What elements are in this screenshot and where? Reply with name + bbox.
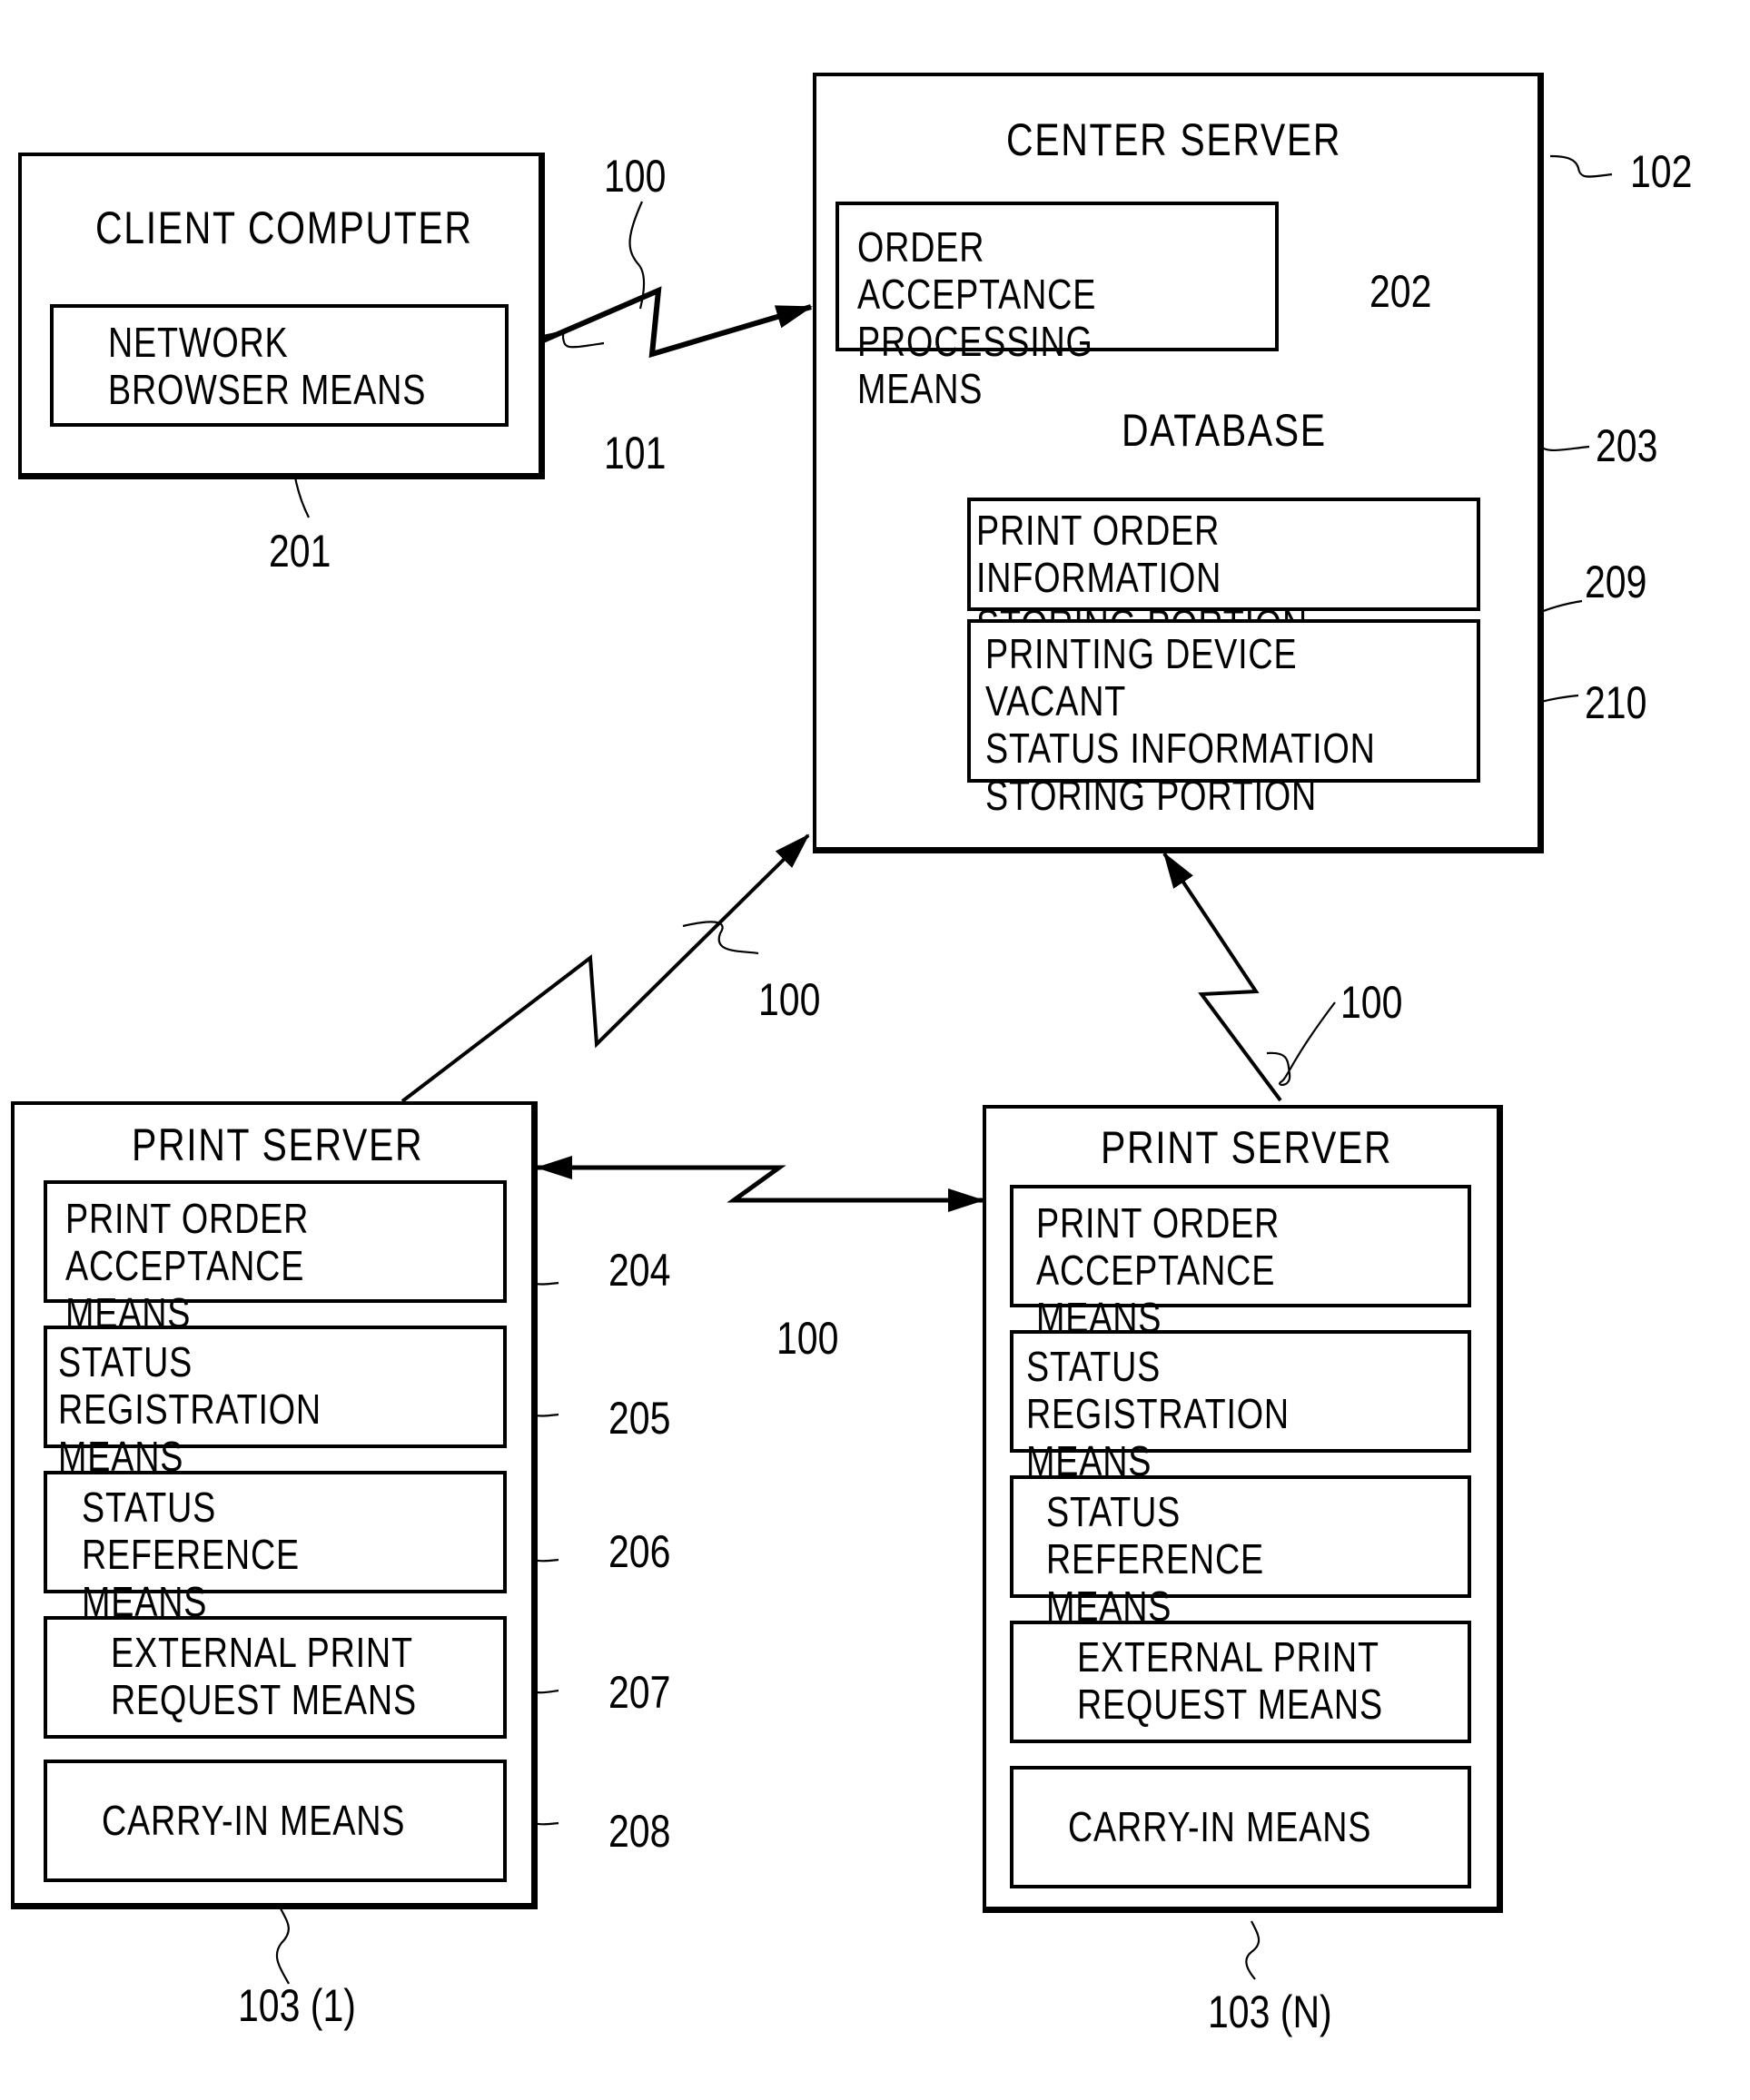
ref-209: 209: [1585, 557, 1647, 607]
print-server-n-title: PRINT SERVER: [1101, 1122, 1393, 1173]
printing-device-vacant-status-storing-portion-label: PRINTING DEVICE VACANT STATUS INFORMATIO…: [985, 630, 1376, 819]
print-order-information-storing-portion-box: PRINT ORDER INFORMATION STORING PORTION: [967, 498, 1480, 648]
printing-device-vacant-status-storing-portion-box: PRINTING DEVICE VACANT STATUS INFORMATIO…: [967, 619, 1480, 819]
ref-202: 202: [1369, 266, 1432, 317]
order-acceptance-processing-means-box: ORDER ACCEPTANCE PROCESSING MEANS: [835, 202, 1279, 412]
ref-103-n: 103 (N): [1208, 1987, 1332, 2037]
ps1-status-reference-means: STATUS REFERENCE MEANS: [44, 1471, 507, 1625]
database-title: DATABASE: [1122, 405, 1327, 456]
ref-210: 210: [1585, 677, 1647, 728]
network-link-client-center: [541, 286, 813, 359]
psn-status-registration-means: STATUS REGISTRATION MEANS: [1010, 1330, 1471, 1484]
ref-208: 208: [608, 1806, 671, 1857]
psn-print-order-acceptance-means: PRINT ORDER ACCEPTANCE MEANS: [1010, 1185, 1471, 1341]
arrowhead-left: [536, 1156, 572, 1179]
network-browser-means-label: NETWORK BROWSER MEANS: [108, 319, 427, 413]
ref-103-1: 103 (1): [238, 1980, 356, 2031]
client-computer-title: CLIENT COMPUTER: [95, 202, 473, 253]
ref-204: 204: [608, 1245, 671, 1296]
ps1-carry-in-means: CARRY-IN MEANS: [44, 1760, 507, 1882]
order-acceptance-processing-means-label: ORDER ACCEPTANCE PROCESSING MEANS: [857, 223, 1097, 412]
ref-203: 203: [1596, 420, 1658, 471]
network-link-ps1-center: [400, 833, 810, 1103]
ref-207: 207: [608, 1667, 671, 1718]
network-link-ps1-psn: [536, 1165, 984, 1212]
ref-100-ps1-link: 100: [758, 974, 821, 1025]
ref-100-client-link: 100: [604, 151, 667, 202]
ref-201: 201: [269, 526, 331, 577]
psn-external-print-request-means: EXTERNAL PRINT REQUEST MEANS: [1010, 1621, 1471, 1743]
ps1-status-registration-means: STATUS REGISTRATION MEANS: [44, 1326, 507, 1480]
network-browser-means-box: NETWORK BROWSER MEANS: [50, 304, 509, 427]
ref-102: 102: [1630, 146, 1693, 197]
ref-101: 101: [604, 428, 667, 478]
psn-carry-in-means: CARRY-IN MEANS: [1010, 1766, 1471, 1888]
ref-100-ps-ps-link: 100: [776, 1313, 839, 1364]
ref-206: 206: [608, 1526, 671, 1577]
network-link-psn-center: [1162, 852, 1282, 1102]
ps1-print-order-acceptance-means: PRINT ORDER ACCEPTANCE MEANS: [44, 1180, 507, 1336]
ref-205: 205: [608, 1393, 671, 1444]
psn-status-reference-means: STATUS REFERENCE MEANS: [1010, 1475, 1471, 1630]
ref-100-psn-link: 100: [1340, 977, 1403, 1028]
center-server-title: CENTER SERVER: [1006, 114, 1342, 165]
print-server-1-title: PRINT SERVER: [132, 1119, 424, 1170]
ps1-external-print-request-means: EXTERNAL PRINT REQUEST MEANS: [44, 1616, 507, 1739]
